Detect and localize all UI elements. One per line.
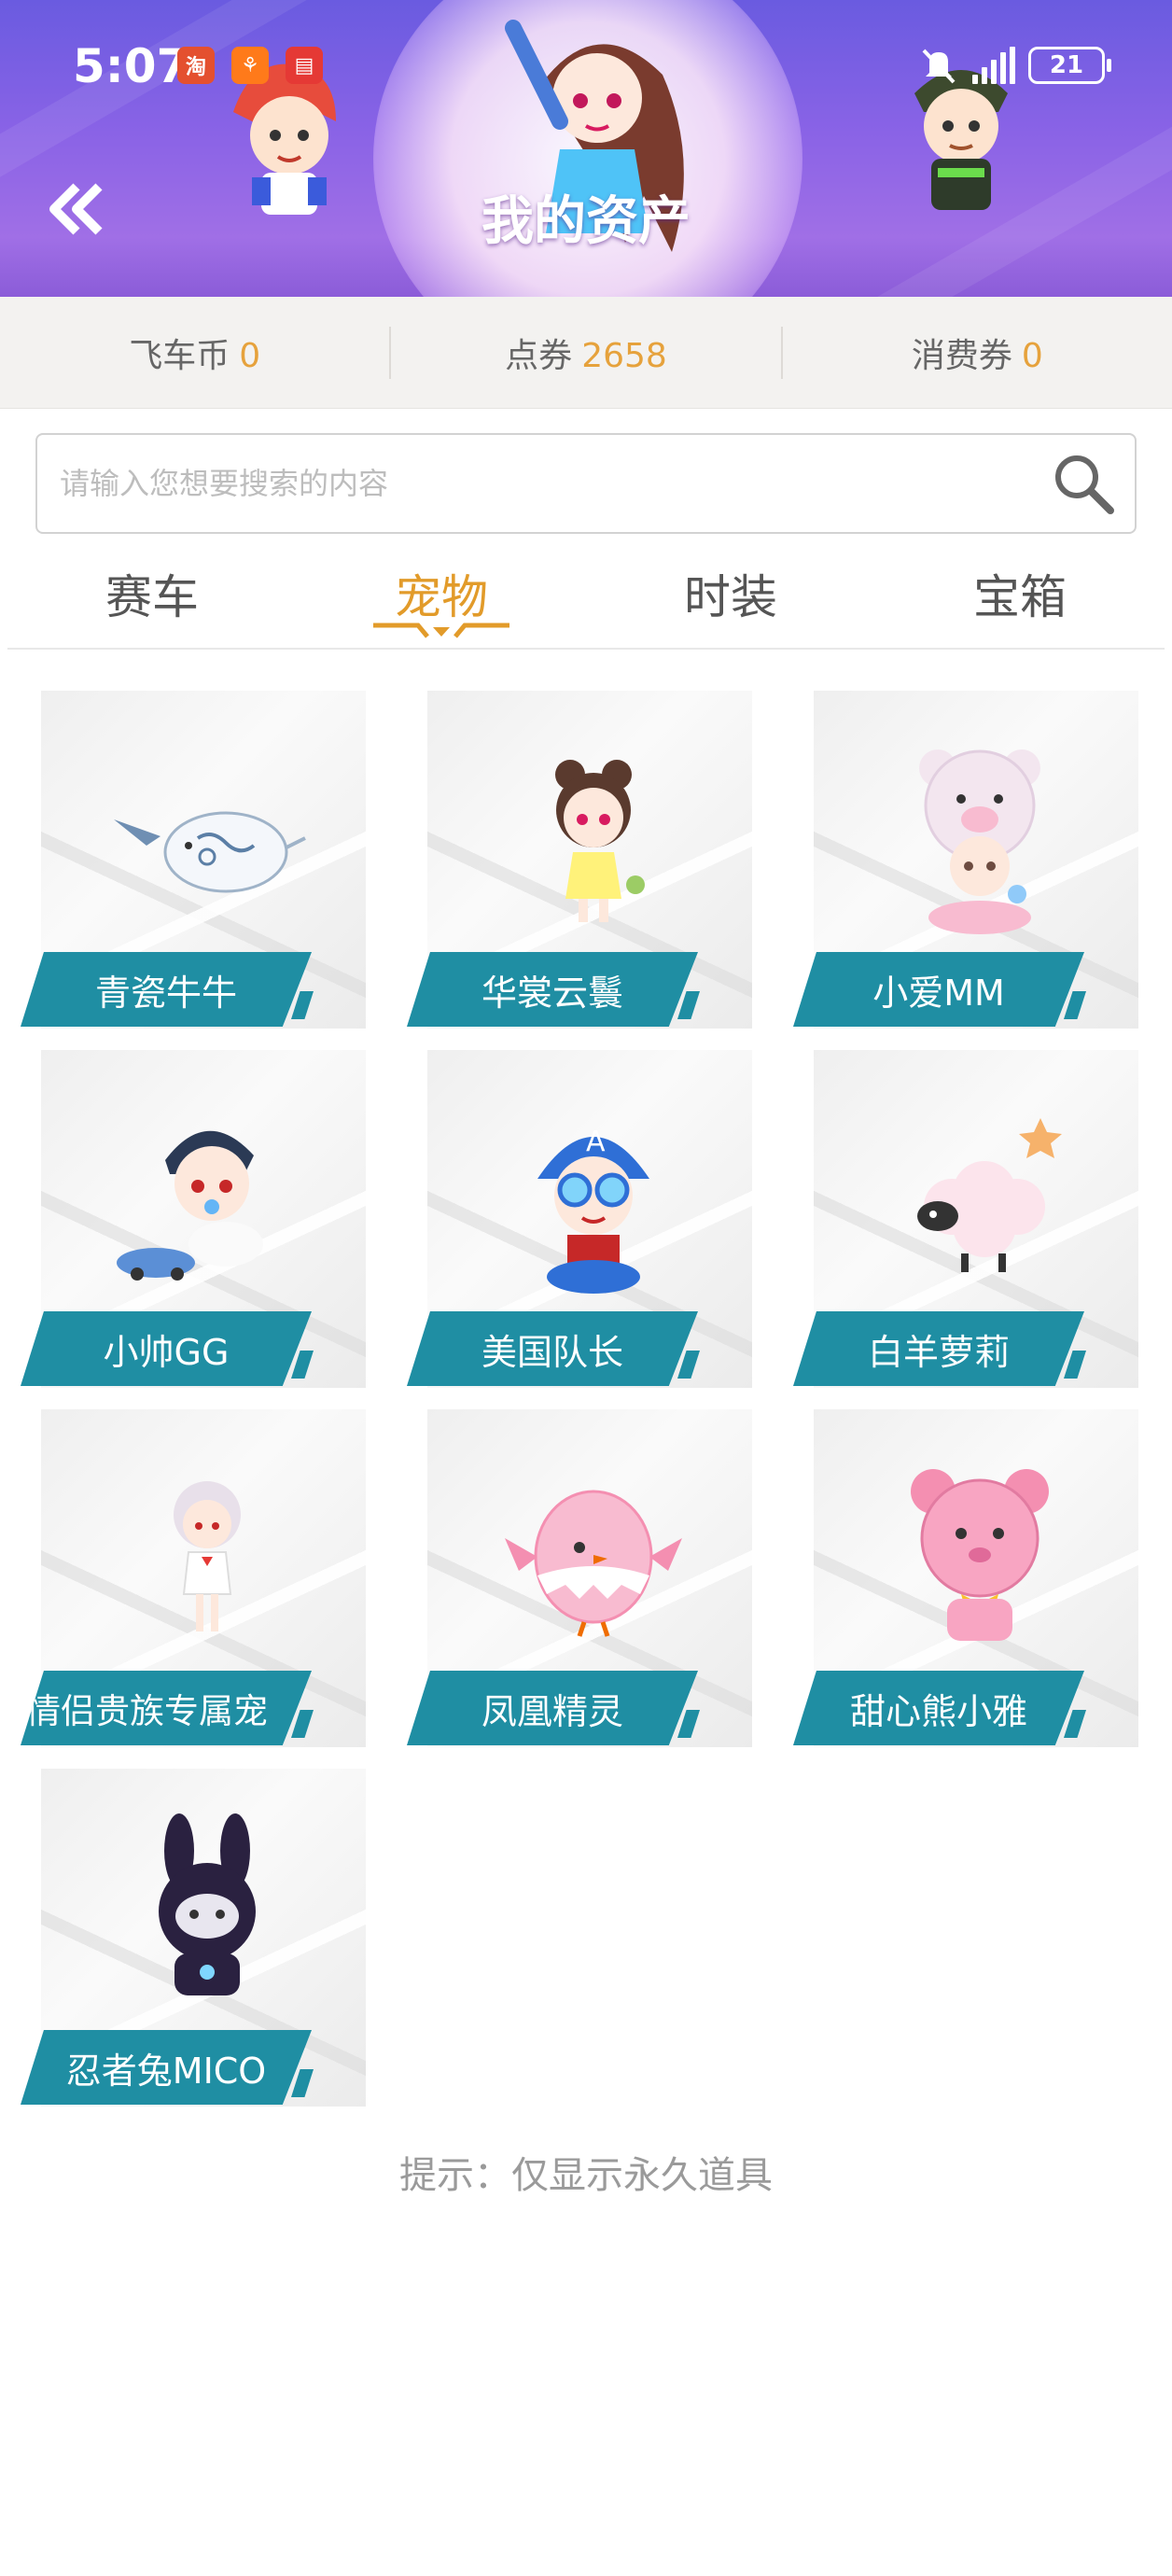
currency-label: 飞车币 xyxy=(129,336,230,375)
pet-card[interactable]: 白羊萝莉 xyxy=(793,1050,1138,1388)
search-box xyxy=(35,433,1137,534)
pet-name-label: 甜心熊小雅 xyxy=(793,1671,1084,1745)
white-hair-girl-icon xyxy=(174,1481,241,1631)
search-button[interactable] xyxy=(1032,435,1135,532)
currency-bar: 飞车币 0 点券 2658 消费券 0 xyxy=(0,297,1172,409)
status-time: 5:07 xyxy=(73,39,189,93)
signal-icon xyxy=(972,47,1015,84)
pet-card[interactable]: 青瓷牛牛 xyxy=(21,691,366,1029)
taobao-app-icon: 淘 xyxy=(177,47,215,84)
pet-card[interactable]: 忍者兔MICO xyxy=(21,1769,366,2107)
sheep-icon xyxy=(917,1118,1062,1272)
currency-value: 0 xyxy=(1021,336,1043,375)
svg-text:A: A xyxy=(586,1126,606,1158)
pet-name-label: 白羊萝莉 xyxy=(793,1311,1084,1386)
page-title: 我的资产 xyxy=(481,191,691,252)
currency-label: 消费券 xyxy=(911,336,1012,375)
active-tab-indicator-icon xyxy=(373,623,509,638)
bear-hat-baby-icon xyxy=(919,749,1040,934)
tab-chests[interactable]: 宝箱 xyxy=(875,547,1165,648)
pet-card[interactable]: A 美国队长 xyxy=(407,1050,752,1388)
status-right-cluster: 21 xyxy=(918,45,1111,86)
pet-name-label: 小爱MM xyxy=(793,952,1084,1027)
pet-name-label: 凤凰精灵 xyxy=(407,1671,698,1745)
baby-boy-icon xyxy=(117,1130,263,1281)
pet-card[interactable]: 小帅GG xyxy=(21,1050,366,1388)
tab-label: 时装 xyxy=(684,570,777,624)
ninja-rabbit-icon xyxy=(159,1813,256,1995)
currency-xiaofeiquan: 消费券 0 xyxy=(783,329,1172,377)
pet-name-label: 情侣贵族专属宠 xyxy=(21,1671,312,1745)
permanent-items-hint: 提示：仅显示永久道具 xyxy=(399,2154,773,2197)
phoenix-chick-icon xyxy=(505,1490,682,1637)
tab-cars[interactable]: 赛车 xyxy=(7,547,297,648)
pet-name-label: 忍者兔MICO xyxy=(21,2030,312,2105)
chinese-girl-icon xyxy=(555,760,645,922)
book-app-icon: ▤ xyxy=(286,47,323,84)
pet-card[interactable]: 凤凰精灵 xyxy=(407,1409,752,1747)
mute-icon xyxy=(922,49,956,84)
tab-label: 赛车 xyxy=(105,570,199,624)
figure-app-icon: ⚘ xyxy=(231,47,269,84)
search-input[interactable] xyxy=(60,466,1032,501)
pet-card[interactable]: 华裳云鬟 xyxy=(407,691,752,1029)
pink-bear-icon xyxy=(911,1469,1049,1641)
pet-card[interactable]: 小爱MM xyxy=(793,691,1138,1029)
currency-label: 点券 xyxy=(505,336,573,375)
tab-label: 宠物 xyxy=(395,570,488,624)
battery-icon: 21 xyxy=(1028,47,1111,84)
battery-level: 21 xyxy=(1049,51,1084,79)
pet-name-label: 华裳云鬟 xyxy=(407,952,698,1027)
header-banner: 5:07 淘 ⚘ ▤ 21 我的资产 xyxy=(0,0,1172,297)
search-icon xyxy=(1055,455,1114,514)
currency-value: 0 xyxy=(239,336,261,375)
pet-card[interactable]: 甜心熊小雅 xyxy=(793,1409,1138,1747)
currency-dianquan: 点券 2658 xyxy=(391,329,780,377)
currency-feichebi: 飞车币 0 xyxy=(0,329,389,377)
status-bar: 5:07 淘 ⚘ ▤ 21 xyxy=(0,0,1172,140)
pet-name-label: 青瓷牛牛 xyxy=(21,952,312,1027)
captain-america-icon: A xyxy=(537,1126,649,1294)
tab-pets[interactable]: 宠物 xyxy=(297,547,586,648)
category-tabs: 赛车 宠物 时装 宝箱 xyxy=(7,547,1165,650)
pet-name-label: 美国队长 xyxy=(407,1311,698,1386)
porcelain-cow-icon xyxy=(114,811,306,893)
tab-label: 宝箱 xyxy=(973,570,1067,624)
pet-card[interactable]: 情侣贵族专属宠 xyxy=(21,1409,366,1747)
tab-fashion[interactable]: 时装 xyxy=(586,547,875,648)
currency-value: 2658 xyxy=(581,336,667,375)
pet-name-label: 小帅GG xyxy=(21,1311,312,1386)
